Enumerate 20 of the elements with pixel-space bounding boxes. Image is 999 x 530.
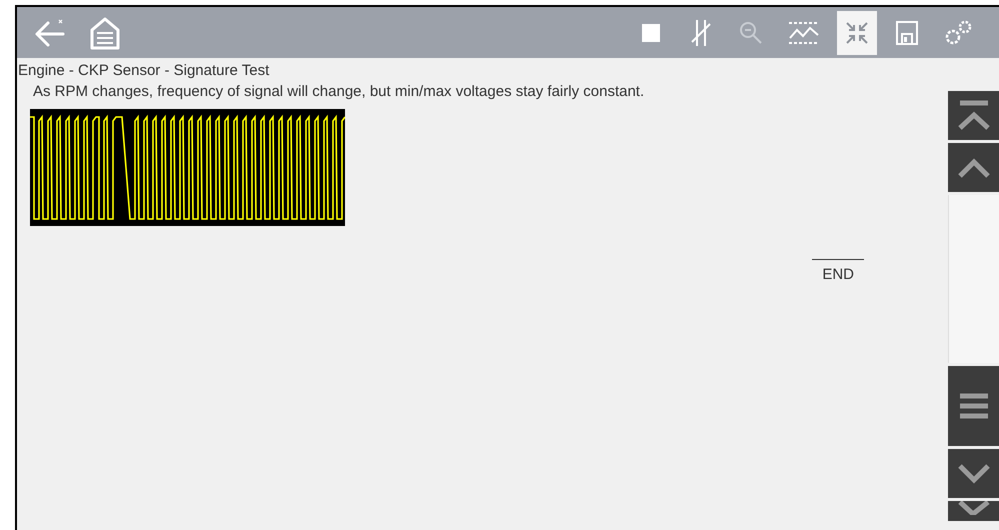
chevron-up-icon [956, 156, 992, 178]
scroll-bottom-button[interactable] [948, 501, 999, 521]
garage-icon [89, 16, 121, 50]
end-label: END [812, 259, 864, 283]
scroll-thumb[interactable] [948, 366, 999, 446]
scroll-top-button[interactable] [948, 91, 999, 140]
scroll-up-button[interactable] [948, 143, 999, 192]
compress-arrows-icon [845, 20, 869, 44]
compress-button[interactable] [837, 10, 877, 54]
cursor-lines-icon [689, 18, 713, 48]
chevron-down-icon [956, 462, 992, 484]
filter-wave-icon [787, 20, 821, 46]
gears-icon [943, 18, 973, 46]
chevron-down-icon [956, 501, 992, 515]
scroll-down-button[interactable] [948, 449, 999, 498]
description-text: As RPM changes, frequency of signal will change, but min/max voltages stay fairly constant. [33, 83, 646, 100]
stop-icon [641, 22, 661, 42]
back-arrow-icon [33, 18, 67, 48]
page-title: Engine - CKP Sensor - Signature Test [18, 62, 270, 79]
zoom-out-icon [738, 20, 764, 46]
